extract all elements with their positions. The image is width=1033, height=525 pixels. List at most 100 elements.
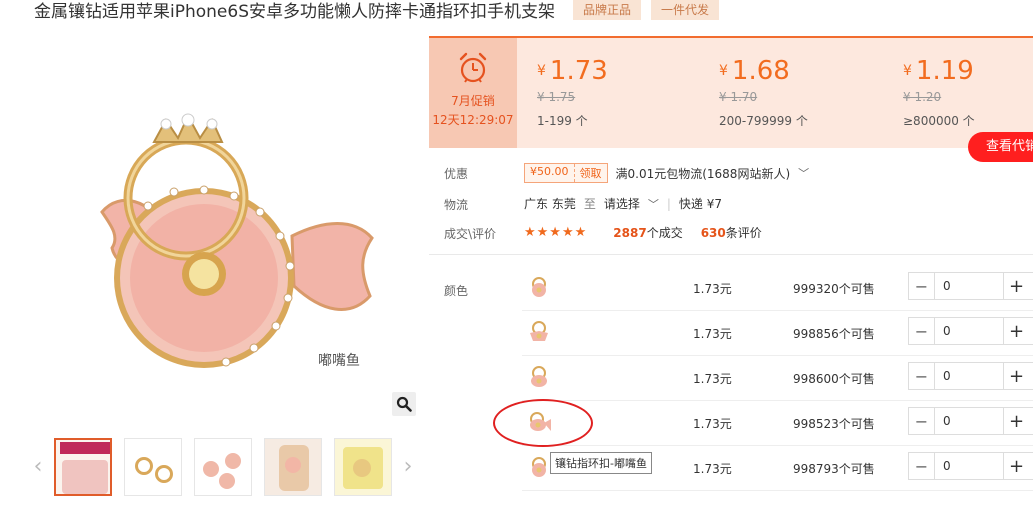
sku-stock: 998600个可售 bbox=[793, 372, 875, 386]
sku-row: 1.73元 998856个可售 − 0 + bbox=[522, 311, 1033, 356]
price-panel: 7月促销 12天12:29:07 ¥1.73 ¥ 1.75 1-199 个 ¥1… bbox=[429, 36, 1033, 148]
tier-price: 1.19 bbox=[915, 56, 974, 86]
decrease-button[interactable]: − bbox=[909, 318, 935, 344]
quantity-input[interactable]: 0 bbox=[935, 363, 1003, 389]
chevron-down-icon[interactable]: ﹀ bbox=[648, 196, 659, 212]
quantity-stepper: − 0 + bbox=[908, 452, 1033, 480]
promo-countdown: 12天12:29:07 bbox=[432, 113, 514, 127]
sku-stock: 998856个可售 bbox=[793, 327, 875, 341]
color-label: 颜色 bbox=[444, 284, 469, 298]
quantity-input[interactable]: 0 bbox=[935, 273, 1003, 299]
quantity-stepper: − 0 + bbox=[908, 317, 1033, 345]
tier-price: 1.68 bbox=[731, 56, 790, 86]
deal-unit: 个成交 bbox=[646, 226, 683, 240]
price-tier-1: ¥1.73 ¥ 1.75 1-199 个 bbox=[537, 54, 608, 129]
sku-tooltip: 镶钻指环扣-嘟嘴鱼 bbox=[550, 452, 652, 474]
deal-count: 2887 bbox=[613, 226, 647, 240]
chevron-right-icon[interactable]: › bbox=[400, 454, 416, 479]
sku-row: 1.73元 999320个可售 − 0 + bbox=[522, 266, 1033, 311]
sku-swatch[interactable] bbox=[526, 364, 552, 390]
main-product-image[interactable]: 嘟嘴鱼 bbox=[54, 60, 414, 420]
chevron-left-icon[interactable]: ‹ bbox=[30, 454, 46, 479]
zoom-button[interactable] bbox=[392, 392, 416, 416]
sku-price: 1.73元 bbox=[693, 327, 732, 341]
thumbnail-2[interactable] bbox=[124, 438, 182, 496]
price-tier-2: ¥1.68 ¥ 1.70 200-799999 个 bbox=[719, 54, 808, 129]
sku-row: 1.73元 998523个可售 − 0 + bbox=[522, 401, 1033, 446]
increase-button[interactable]: + bbox=[1003, 273, 1029, 299]
image-caption: 嘟嘴鱼 bbox=[318, 353, 360, 369]
decrease-button[interactable]: − bbox=[909, 273, 935, 299]
thumbnail-5[interactable] bbox=[334, 438, 392, 496]
decrease-button[interactable]: − bbox=[909, 453, 935, 479]
sku-price: 1.73元 bbox=[693, 282, 732, 296]
deal-review-label: 成交\评价 bbox=[444, 227, 497, 241]
coupon-claim-button[interactable]: 领取 bbox=[573, 164, 607, 182]
review-count: 630 bbox=[700, 226, 726, 240]
decrease-button[interactable]: − bbox=[909, 408, 935, 434]
rating-stars: ★★★★★ bbox=[524, 225, 588, 240]
quantity-input[interactable]: 0 bbox=[935, 453, 1003, 479]
tag-brand: 品牌正品 bbox=[573, 0, 642, 20]
currency-symbol: ¥ bbox=[537, 63, 546, 79]
increase-button[interactable]: + bbox=[1003, 453, 1029, 479]
sku-stock: 999320个可售 bbox=[793, 282, 875, 296]
tier-old-price: ¥ 1.70 bbox=[719, 90, 758, 104]
thumbnail-3[interactable] bbox=[194, 438, 252, 496]
thumbnail-strip: ‹ › bbox=[30, 436, 420, 500]
sku-price: 1.73元 bbox=[693, 372, 732, 386]
divider bbox=[429, 254, 1033, 255]
quantity-stepper: − 0 + bbox=[908, 407, 1033, 435]
product-title: 金属镶钻适用苹果iPhone6S安卓多功能懒人防摔卡通指环扣手机支架 bbox=[34, 1, 555, 22]
promo-box: 7月促销 12天12:29:07 bbox=[429, 38, 517, 148]
coupon-value: ¥50.00 bbox=[530, 165, 569, 178]
tag-dropship: 一件代发 bbox=[651, 0, 720, 20]
tier-quantity-range: 200-799999 个 bbox=[719, 114, 808, 128]
discount-text: 满0.01元包物流(1688网站新人) bbox=[615, 166, 791, 181]
view-dropship-button[interactable]: 查看代销 bbox=[968, 132, 1033, 162]
sku-price: 1.73元 bbox=[693, 417, 732, 431]
quantity-input[interactable]: 0 bbox=[935, 408, 1003, 434]
increase-button[interactable]: + bbox=[1003, 363, 1029, 389]
discount-label: 优惠 bbox=[444, 167, 469, 181]
highlight-circle-annotation bbox=[493, 399, 593, 447]
discount-row: ¥50.00 领取 满0.01元包物流(1688网站新人) ﹀ bbox=[524, 163, 809, 183]
increase-button[interactable]: + bbox=[1003, 408, 1029, 434]
currency-symbol: ¥ bbox=[903, 63, 912, 79]
chevron-down-icon[interactable]: ﹀ bbox=[798, 165, 809, 181]
logistics-origin: 广东 东莞 bbox=[524, 197, 576, 211]
sku-stock: 998523个可售 bbox=[793, 417, 875, 431]
currency-symbol: ¥ bbox=[719, 63, 728, 79]
deal-count-link[interactable]: 2887个成交 bbox=[613, 224, 682, 241]
destination-select[interactable]: 请选择 bbox=[604, 195, 640, 212]
sku-row: 1.73元 998600个可售 − 0 + bbox=[522, 356, 1033, 401]
sku-swatch[interactable] bbox=[526, 274, 552, 300]
ring-holder-image bbox=[100, 113, 374, 368]
sku-swatch[interactable] bbox=[526, 454, 552, 480]
price-tier-3: ¥1.19 ¥ 1.20 ≥800000 个 bbox=[903, 54, 975, 129]
tier-old-price: ¥ 1.20 bbox=[903, 90, 942, 104]
decrease-button[interactable]: − bbox=[909, 363, 935, 389]
tier-quantity-range: 1-199 个 bbox=[537, 114, 588, 128]
promo-label: 7月促销 bbox=[451, 94, 495, 108]
thumbnail-4[interactable] bbox=[264, 438, 322, 496]
tier-old-price: ¥ 1.75 bbox=[537, 90, 576, 104]
review-count-link[interactable]: 630条评价 bbox=[701, 224, 762, 241]
quantity-stepper: − 0 + bbox=[908, 272, 1033, 300]
increase-button[interactable]: + bbox=[1003, 318, 1029, 344]
sku-stock: 998793个可售 bbox=[793, 462, 875, 476]
tier-price: 1.73 bbox=[549, 56, 608, 86]
alarm-clock-icon bbox=[459, 52, 487, 83]
sku-price: 1.73元 bbox=[693, 462, 732, 476]
magnifier-icon bbox=[396, 396, 412, 412]
thumbnail-1[interactable] bbox=[54, 438, 112, 496]
quantity-stepper: − 0 + bbox=[908, 362, 1033, 390]
quantity-input[interactable]: 0 bbox=[935, 318, 1003, 344]
deal-review-row: ★★★★★ 2887个成交 630条评价 bbox=[524, 224, 762, 241]
logistics-to-word: 至 bbox=[583, 197, 596, 211]
logistics-label: 物流 bbox=[444, 198, 469, 212]
coupon[interactable]: ¥50.00 领取 bbox=[524, 163, 608, 183]
sku-swatch[interactable] bbox=[526, 319, 552, 345]
express-fee: 快递 ¥7 bbox=[678, 197, 722, 211]
review-unit: 条评价 bbox=[725, 226, 762, 240]
